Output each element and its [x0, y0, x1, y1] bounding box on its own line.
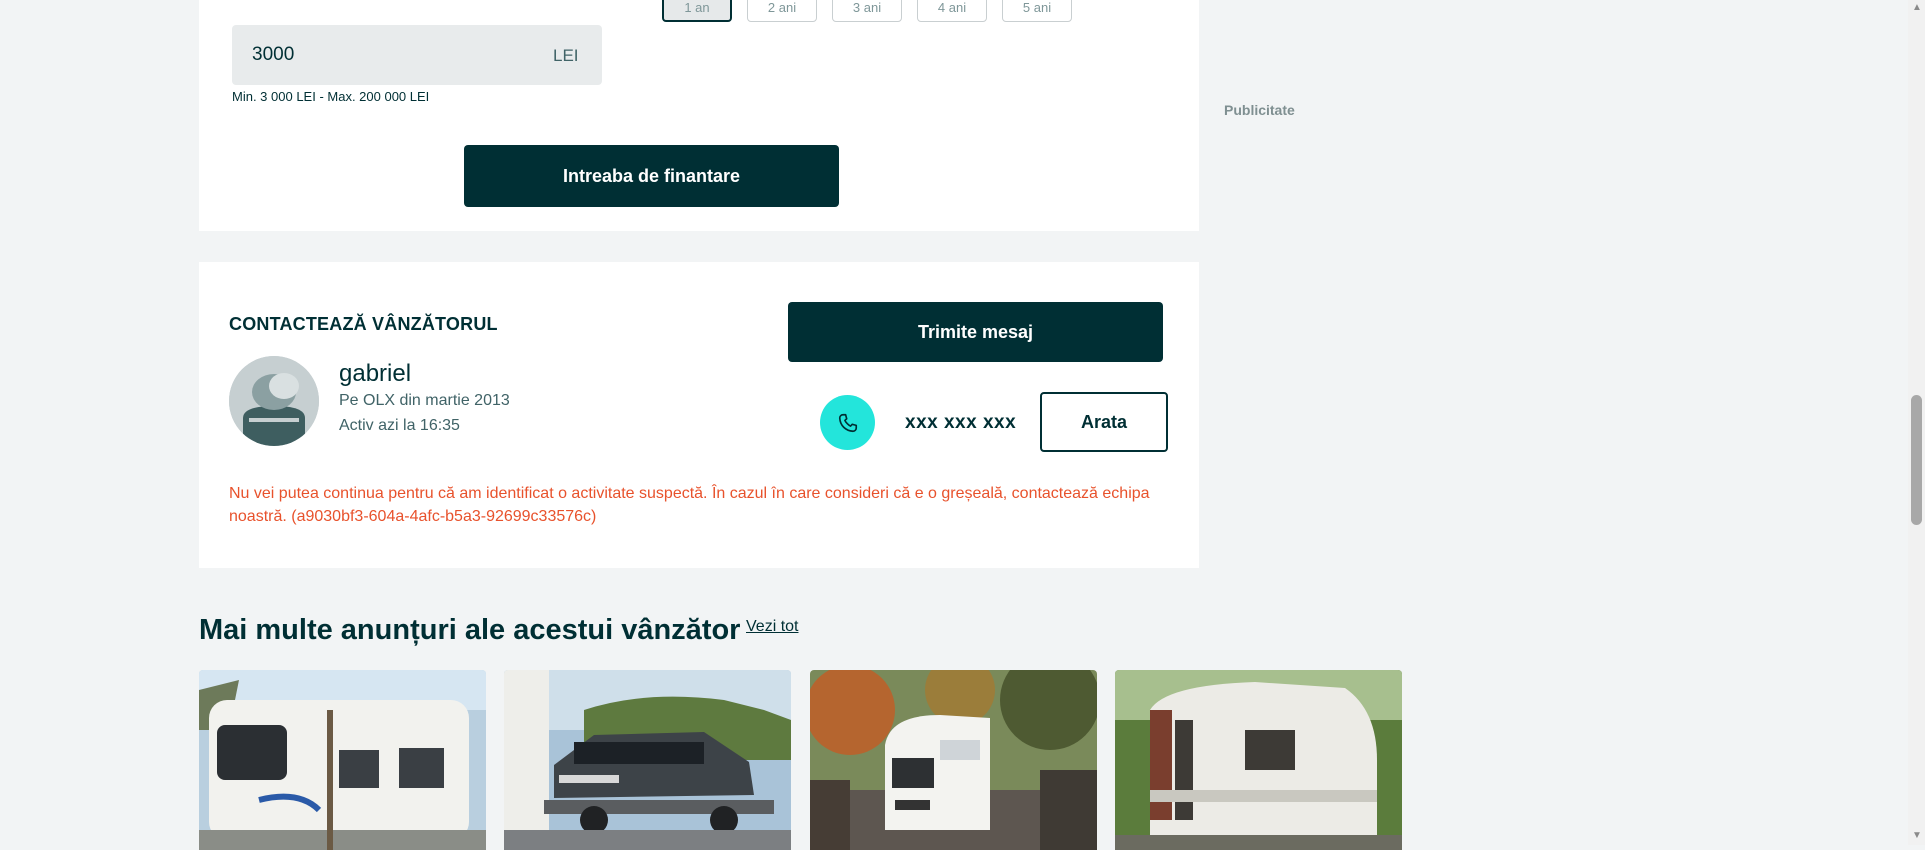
- ask-financing-button[interactable]: Intreaba de finantare: [464, 145, 839, 207]
- term-option-1-year[interactable]: 1 an: [662, 0, 732, 22]
- advertising-label: Publicitate: [1224, 102, 1295, 118]
- ad-photo-caravan: [199, 670, 486, 850]
- masked-phone-number: xxx xxx xxx: [905, 412, 1017, 433]
- term-option-5-years[interactable]: 5 ani: [1002, 0, 1072, 22]
- ad-thumbnail[interactable]: [199, 670, 486, 850]
- ad-thumbnail[interactable]: [1115, 670, 1402, 850]
- scroll-up-arrow-icon[interactable]: ▲: [1912, 2, 1922, 13]
- ad-photo-caravan-open-door: [1115, 670, 1402, 850]
- scroll-down-arrow-icon[interactable]: ▼: [1912, 830, 1922, 841]
- user-avatar-icon: [229, 356, 319, 446]
- seller-name: gabriel: [339, 360, 412, 387]
- ad-thumbnail[interactable]: [504, 670, 791, 850]
- contact-seller-title: CONTACTEAZĂ VÂNZĂTORUL: [229, 314, 498, 334]
- term-option-2-years[interactable]: 2 ani: [747, 0, 817, 22]
- ad-thumbnail[interactable]: [810, 670, 1097, 850]
- loan-amount-value: 3000: [252, 44, 295, 65]
- ad-photo-motorhome: [810, 670, 1097, 850]
- phone-icon: [838, 413, 857, 432]
- see-all-link[interactable]: Vezi tot: [746, 618, 798, 636]
- term-option-4-years[interactable]: 4 ani: [917, 0, 987, 22]
- loan-amount-currency: LEI: [553, 46, 579, 65]
- more-ads-title: Mai multe anunțuri ale acestui vânzător: [199, 614, 741, 646]
- suspicious-activity-error: Nu vei putea continua pentru că am ident…: [229, 485, 1150, 525]
- term-option-3-years[interactable]: 3 ani: [832, 0, 902, 22]
- seller-last-active: Activ azi la 16:35: [339, 417, 460, 434]
- scrollbar-thumb[interactable]: [1911, 395, 1922, 525]
- seller-avatar: [229, 356, 319, 446]
- send-message-button[interactable]: Trimite mesaj: [788, 302, 1163, 362]
- ad-photo-car-trailer: [504, 670, 791, 850]
- seller-member-since: Pe OLX din martie 2013: [339, 392, 510, 409]
- show-phone-button[interactable]: Arata: [1040, 392, 1168, 452]
- loan-amount-hint: Min. 3 000 LEI - Max. 200 000 LEI: [232, 89, 430, 104]
- phone-button[interactable]: [820, 395, 875, 450]
